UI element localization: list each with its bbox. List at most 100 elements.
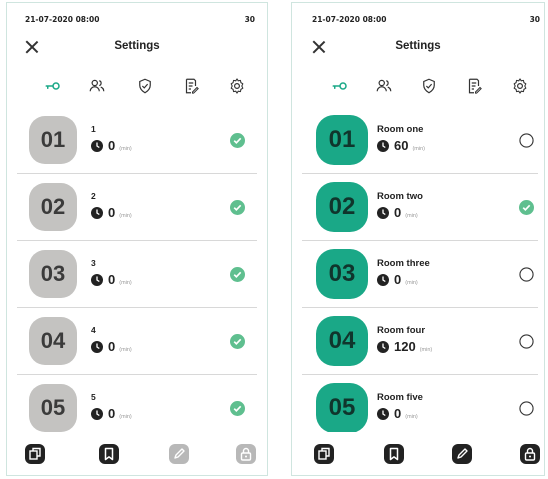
list-item[interactable]: 04 4 0 (min)	[17, 308, 257, 375]
room-number-badge: 05	[316, 383, 368, 432]
gear-icon	[513, 78, 527, 94]
room-time: 0 (min)	[91, 205, 132, 220]
room-time: 120 (min)	[377, 339, 432, 354]
tab-users[interactable]	[85, 75, 109, 97]
time-unit: (min)	[405, 213, 418, 219]
list-item[interactable]: 02 2 0 (min)	[17, 174, 257, 241]
time-value: 0	[108, 272, 116, 287]
empty-circle-icon[interactable]	[519, 401, 534, 416]
room-number-badge: 02	[316, 182, 368, 232]
room-number-badge: 05	[29, 384, 77, 432]
bookmark-button[interactable]	[99, 444, 119, 464]
pencil-icon	[169, 444, 189, 464]
room-number-badge: 03	[316, 249, 368, 299]
time-unit: (min)	[119, 213, 132, 219]
room-number-badge: 01	[316, 115, 368, 165]
room-time: 0 (min)	[91, 138, 132, 153]
copy-icon	[314, 444, 334, 464]
copy-button[interactable]	[25, 444, 45, 464]
tab-keys[interactable]	[328, 75, 352, 97]
check-circle-icon[interactable]	[230, 334, 245, 349]
copy-button[interactable]	[314, 444, 334, 464]
list-item[interactable]: 01 Room one 60 (min)	[302, 107, 538, 174]
title-bar: Settings	[292, 37, 544, 59]
clock-icon	[91, 207, 103, 219]
tab-security[interactable]	[133, 75, 157, 97]
clock-icon	[377, 207, 389, 219]
time-unit: (min)	[119, 414, 132, 420]
time-unit: (min)	[412, 146, 425, 152]
page-title: Settings	[114, 40, 160, 52]
time-value: 0	[108, 138, 116, 153]
room-time: 0 (min)	[377, 272, 418, 287]
room-number-badge: 04	[316, 316, 368, 366]
users-icon	[376, 79, 392, 92]
bottom-toolbar	[7, 444, 267, 468]
tab-settings[interactable]	[225, 75, 249, 97]
tab-settings[interactable]	[508, 75, 532, 97]
bookmark-icon	[99, 444, 119, 464]
room-time: 0 (min)	[91, 272, 132, 287]
clock-icon	[377, 140, 389, 152]
clock-icon	[91, 274, 103, 286]
tab-security[interactable]	[417, 75, 441, 97]
shield-check-icon	[423, 78, 435, 94]
list-item[interactable]: 05 Room five 0 (min)	[302, 375, 538, 432]
notes-edit-icon	[468, 78, 482, 94]
room-name: Room four	[377, 325, 426, 336]
tab-notes[interactable]	[179, 75, 203, 97]
empty-circle-icon[interactable]	[519, 267, 534, 282]
empty-circle-icon[interactable]	[519, 334, 534, 349]
list-item[interactable]: 02 Room two 0 (min)	[302, 174, 538, 241]
room-time: 0 (min)	[377, 406, 418, 421]
edit-button[interactable]	[452, 444, 472, 464]
status-bar: 21-07-2020 08:00 30	[312, 15, 540, 24]
empty-circle-icon[interactable]	[519, 133, 534, 148]
clock-icon	[91, 408, 103, 420]
room-name: 2	[91, 191, 96, 201]
time-value: 0	[108, 406, 116, 421]
clock-icon	[377, 274, 389, 286]
list-item[interactable]: 01 1 0 (min)	[17, 107, 257, 174]
room-list: 01 1 0 (min) 02 2 0 (min) 03 3 0 (min) 0…	[17, 107, 257, 432]
tab-notes[interactable]	[462, 75, 486, 97]
time-unit: (min)	[119, 280, 132, 286]
check-circle-icon[interactable]	[519, 200, 534, 215]
check-circle-icon[interactable]	[230, 200, 245, 215]
status-datetime: 21-07-2020 08:00	[312, 15, 387, 24]
lock-button[interactable]	[520, 444, 540, 464]
check-circle-icon[interactable]	[230, 267, 245, 282]
list-item[interactable]: 03 Room three 0 (min)	[302, 241, 538, 308]
time-value: 60	[394, 138, 409, 153]
time-value: 0	[394, 406, 402, 421]
list-item[interactable]: 03 3 0 (min)	[17, 241, 257, 308]
settings-screen-left: 21-07-2020 08:00 30 Settings 01 1 0 (min…	[6, 2, 268, 476]
list-item[interactable]: 04 Room four 120 (min)	[302, 308, 538, 375]
room-name: Room one	[377, 124, 424, 135]
time-unit: (min)	[119, 146, 132, 152]
lock-button[interactable]	[236, 444, 256, 464]
tab-keys[interactable]	[41, 75, 65, 97]
clock-icon	[91, 140, 103, 152]
users-icon	[89, 79, 105, 92]
status-datetime: 21-07-2020 08:00	[25, 15, 100, 24]
edit-button[interactable]	[169, 444, 189, 464]
time-unit: (min)	[419, 347, 433, 353]
tab-bar	[292, 75, 544, 99]
time-unit: (min)	[119, 347, 132, 353]
bookmark-button[interactable]	[384, 444, 404, 464]
page-title: Settings	[395, 40, 441, 52]
shield-check-icon	[139, 78, 151, 94]
room-time: 0 (min)	[377, 205, 418, 220]
room-name: Room five	[377, 392, 423, 403]
tab-users[interactable]	[372, 75, 396, 97]
room-list: 01 Room one 60 (min) 02 Room two 0 (min)…	[302, 107, 538, 432]
time-value: 0	[394, 272, 402, 287]
key-icon	[45, 82, 60, 90]
lock-icon	[236, 444, 256, 464]
check-circle-icon[interactable]	[230, 401, 245, 416]
list-item[interactable]: 05 5 0 (min)	[17, 375, 257, 432]
time-value: 120	[394, 339, 416, 354]
check-circle-icon[interactable]	[230, 133, 245, 148]
bottom-toolbar	[292, 444, 544, 468]
